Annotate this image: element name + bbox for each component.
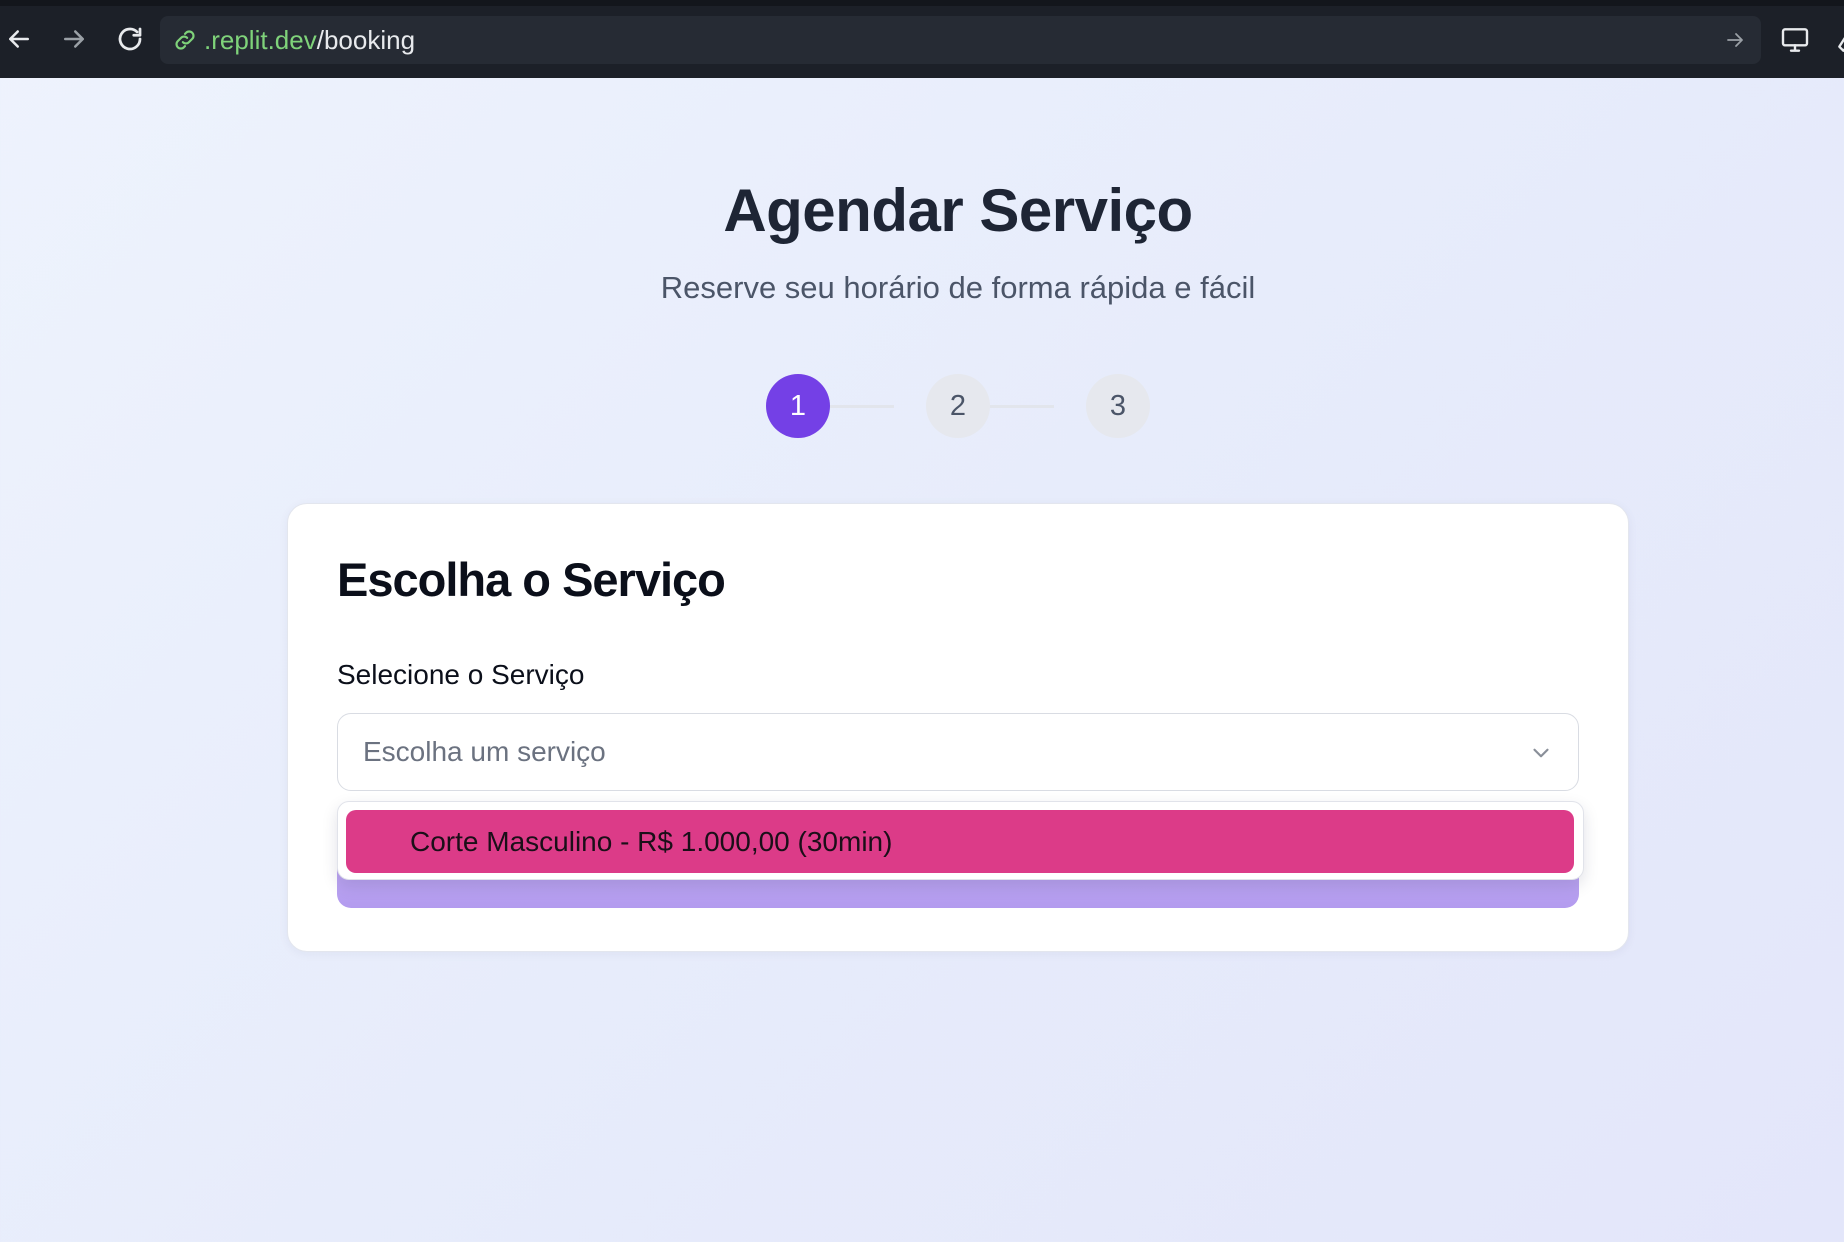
service-select[interactable]: Escolha um serviço xyxy=(337,713,1579,791)
arrow-right-icon xyxy=(64,30,84,48)
tab-strip xyxy=(0,0,1844,6)
back-button[interactable] xyxy=(2,22,36,56)
card-title: Escolha o Serviço xyxy=(337,553,726,606)
browser-toolbar: .replit.dev/booking xyxy=(0,0,1844,78)
url-domain: .replit.dev xyxy=(204,24,317,55)
step-connector xyxy=(990,405,1054,408)
link-icon xyxy=(172,27,198,53)
chevron-down-icon xyxy=(1533,748,1549,758)
service-card: Escolha o Serviço Selecione o Serviço Es… xyxy=(287,503,1629,952)
reload-button[interactable] xyxy=(113,22,147,56)
address-bar[interactable]: .replit.dev/booking xyxy=(160,16,1761,64)
service-dropdown: Corte Masculino - R$ 1.000,00 (30min) xyxy=(337,801,1584,880)
monitor-icon[interactable] xyxy=(1779,24,1811,56)
service-field-label: Selecione o Serviço xyxy=(337,659,585,690)
select-placeholder: Escolha um serviço xyxy=(363,736,606,767)
step-3: 3 xyxy=(1086,374,1150,438)
arrow-left-icon xyxy=(9,30,29,48)
page-title: Agendar Serviço xyxy=(723,177,1193,244)
step-1: 1 xyxy=(766,374,830,438)
forward-button[interactable] xyxy=(57,22,91,56)
step-connector xyxy=(830,405,894,408)
page-subtitle: Reserve seu horário de forma rápida e fá… xyxy=(660,270,1256,305)
go-arrow-icon[interactable] xyxy=(1723,28,1747,52)
reload-icon xyxy=(118,27,142,51)
wrench-icon[interactable] xyxy=(1830,24,1844,56)
url-path: /booking xyxy=(316,24,416,55)
step-2: 2 xyxy=(926,374,990,438)
dropdown-option[interactable]: Corte Masculino - R$ 1.000,00 (30min) xyxy=(346,810,1574,873)
